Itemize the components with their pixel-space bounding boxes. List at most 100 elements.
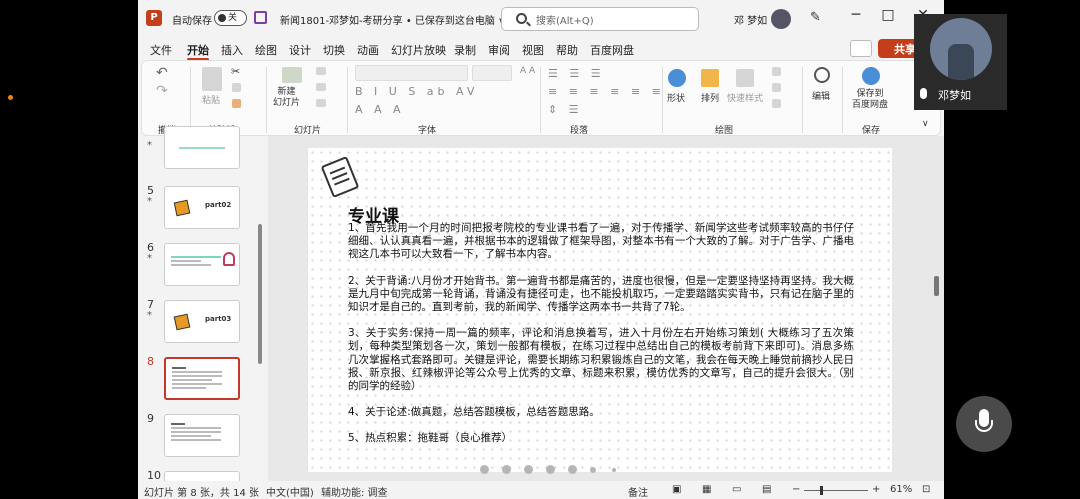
save-group-label: 保存 bbox=[862, 126, 881, 136]
alignment-icons[interactable]: ≡ ≡ ≡ ≡ ≡ ≡ bbox=[548, 85, 665, 98]
copy-icon[interactable] bbox=[232, 83, 241, 92]
new-slide-icon[interactable] bbox=[282, 67, 302, 83]
comment-button[interactable] bbox=[850, 40, 872, 57]
shape-fill-icon[interactable] bbox=[772, 67, 781, 76]
cut-icon[interactable]: ✂ bbox=[231, 65, 240, 78]
paragraph-4: 4、关于论述:做真题，总结答题模板，总结答题思路。 bbox=[348, 406, 600, 419]
list-icons[interactable]: ☰ ☰ ☰ bbox=[548, 67, 605, 80]
slide-editor: 专业课 1、首先我用一个月的时间把报考院校的专业课书看了一遍，对于传播学、新闻学… bbox=[268, 136, 944, 481]
edit-label[interactable]: 编辑 bbox=[812, 89, 830, 102]
editor-scrollbar[interactable] bbox=[934, 276, 939, 296]
title-bar: P 自动保存 关 新闻1801-邓梦如-考研分享 • 已保存到这台电脑 ∨ 搜索… bbox=[138, 0, 944, 38]
ribbon: ↶ ↷ 撤消 粘贴 ✂ 剪贴板 新建 幻灯片 幻灯片 A A B I U S a… bbox=[141, 60, 941, 136]
tab-view[interactable]: 视图 bbox=[522, 42, 544, 58]
slide-thumbnail-8[interactable] bbox=[164, 357, 240, 400]
tab-help[interactable]: 帮助 bbox=[556, 42, 578, 58]
reset-icon[interactable] bbox=[316, 83, 326, 91]
section-icon[interactable] bbox=[316, 99, 326, 107]
font-name-select[interactable] bbox=[355, 65, 468, 81]
autosave-toggle[interactable]: 关 bbox=[214, 10, 247, 26]
slide-canvas[interactable]: 专业课 1、首先我用一个月的时间把报考院校的专业课书看了一遍，对于传播学、新闻学… bbox=[308, 148, 892, 472]
tab-insert[interactable]: 插入 bbox=[221, 42, 243, 58]
minimize-button[interactable]: ─ bbox=[843, 7, 869, 23]
drawing-group-label: 绘图 bbox=[715, 126, 734, 136]
search-box[interactable]: 搜索(Alt+Q) bbox=[501, 7, 699, 31]
shape-outline-icon[interactable] bbox=[772, 83, 781, 92]
zoom-slider[interactable] bbox=[804, 490, 868, 491]
shape-effects-icon[interactable] bbox=[772, 99, 781, 108]
tab-file[interactable]: 文件 bbox=[150, 42, 172, 58]
slide-thumbnail-6[interactable] bbox=[164, 243, 240, 286]
tab-transitions[interactable]: 切换 bbox=[323, 42, 345, 58]
tab-slideshow[interactable]: 幻灯片放映 bbox=[391, 42, 446, 58]
slide-thumbnail-5[interactable]: part02 bbox=[164, 186, 240, 229]
tab-draw[interactable]: 绘图 bbox=[255, 42, 277, 58]
slide-thumbnail-panel: * 5 * part02 6 * 7 * part03 8 9 10 bbox=[138, 126, 264, 499]
notes-button[interactable]: 备注 bbox=[628, 484, 648, 499]
font-color-icons[interactable]: A A A bbox=[355, 103, 405, 116]
user-avatar[interactable] bbox=[771, 9, 791, 29]
tab-record[interactable]: 录制 bbox=[454, 42, 476, 58]
font-format-icons[interactable]: B I U S ab AV bbox=[355, 85, 478, 98]
font-size-select[interactable] bbox=[472, 65, 512, 81]
slide-sorter-icon[interactable]: ▦ bbox=[702, 484, 711, 495]
reading-view-icon[interactable]: ▭ bbox=[732, 484, 741, 495]
format-painter-icon[interactable] bbox=[232, 99, 241, 108]
autosave-label: 自动保存 bbox=[172, 16, 212, 27]
find-icon[interactable] bbox=[814, 67, 830, 83]
zoom-in-icon[interactable]: + bbox=[872, 484, 880, 495]
tab-home[interactable]: 开始 bbox=[187, 42, 209, 61]
headphones-icon bbox=[223, 252, 235, 266]
shapes-icon[interactable] bbox=[668, 69, 686, 87]
pen-icon[interactable]: ✎ bbox=[810, 10, 821, 25]
ribbon-tabs: 文件 开始 插入 绘图 设计 切换 动画 幻灯片放映 录制 审阅 视图 帮助 百… bbox=[138, 38, 944, 61]
slide-thumbnail-7[interactable]: part03 bbox=[164, 300, 240, 343]
undo-icon[interactable]: ↶ bbox=[156, 65, 168, 81]
microphone-button[interactable] bbox=[956, 396, 1012, 452]
normal-view-icon[interactable]: ▣ bbox=[672, 484, 681, 495]
zoom-out-icon[interactable]: − bbox=[792, 484, 800, 495]
arrange-label: 排列 bbox=[701, 94, 720, 104]
ribbon-collapse-icon[interactable]: ∨ bbox=[922, 119, 929, 129]
spacing-icons[interactable]: ⇕ ☰ bbox=[548, 103, 583, 116]
shapes-label: 形状 bbox=[667, 94, 686, 104]
arrange-icon[interactable] bbox=[701, 69, 719, 87]
zoom-level[interactable]: 61% bbox=[890, 484, 912, 495]
slide-thumbnail-4[interactable] bbox=[164, 126, 240, 169]
thumbnail-scrollbar[interactable] bbox=[258, 224, 262, 364]
slides-group-label: 幻灯片 bbox=[294, 126, 322, 136]
save-icon[interactable] bbox=[254, 11, 267, 24]
participant-name: 邓梦如 bbox=[938, 89, 971, 102]
tab-baidu[interactable]: 百度网盘 bbox=[590, 42, 634, 58]
tab-animations[interactable]: 动画 bbox=[357, 42, 379, 58]
fit-to-window-icon[interactable]: ⊡ bbox=[922, 484, 930, 495]
participant-video-tile[interactable]: 邓梦如 bbox=[914, 14, 1007, 110]
baidu-cloud-icon[interactable] bbox=[862, 67, 880, 85]
slide-number: 9 bbox=[147, 412, 154, 425]
save-to-baidu-label[interactable]: 保存到 百度网盘 bbox=[852, 89, 888, 111]
tab-review[interactable]: 审阅 bbox=[488, 42, 510, 58]
notebook-icon bbox=[173, 313, 191, 331]
slide-thumbnail-9[interactable] bbox=[164, 414, 240, 457]
language-indicator[interactable]: 中文(中国) bbox=[266, 484, 314, 499]
font-grow-icon[interactable]: A A bbox=[520, 66, 535, 76]
document-title[interactable]: 新闻1801-邓梦如-考研分享 • 已保存到这台电脑 ∨ bbox=[280, 12, 505, 27]
tab-design[interactable]: 设计 bbox=[289, 42, 311, 58]
redo-icon[interactable]: ↷ bbox=[156, 83, 168, 99]
paragraph-3: 3、关于实务:保持一周一篇的频率，评论和消息换着写，进入十月份左右开始练习策划(… bbox=[348, 327, 854, 393]
screen: P 自动保存 关 新闻1801-邓梦如-考研分享 • 已保存到这台电脑 ∨ 搜索… bbox=[0, 0, 1080, 499]
slide-body[interactable]: 1、首先我用一个月的时间把报考院校的专业课书看了一遍，对于传播学、新闻学这些考试… bbox=[348, 222, 854, 459]
layout-icon[interactable] bbox=[316, 67, 326, 75]
powerpoint-logo-icon: P bbox=[146, 10, 162, 26]
quick-styles-icon[interactable] bbox=[736, 69, 754, 87]
slide-number: 8 bbox=[147, 355, 154, 368]
slideshow-icon[interactable]: ▤ bbox=[762, 484, 771, 495]
thumbnail-star-icon: * bbox=[147, 140, 152, 151]
accessibility-status[interactable]: 辅助功能: 调查 bbox=[321, 484, 388, 499]
restore-button[interactable]: □ bbox=[875, 7, 901, 23]
paste-label: 粘贴 bbox=[202, 96, 221, 106]
user-name[interactable]: 邓 梦如 bbox=[734, 12, 767, 27]
paste-icon[interactable] bbox=[202, 67, 222, 91]
zoom-slider-thumb[interactable] bbox=[820, 486, 823, 495]
microphone-icon bbox=[920, 88, 927, 99]
